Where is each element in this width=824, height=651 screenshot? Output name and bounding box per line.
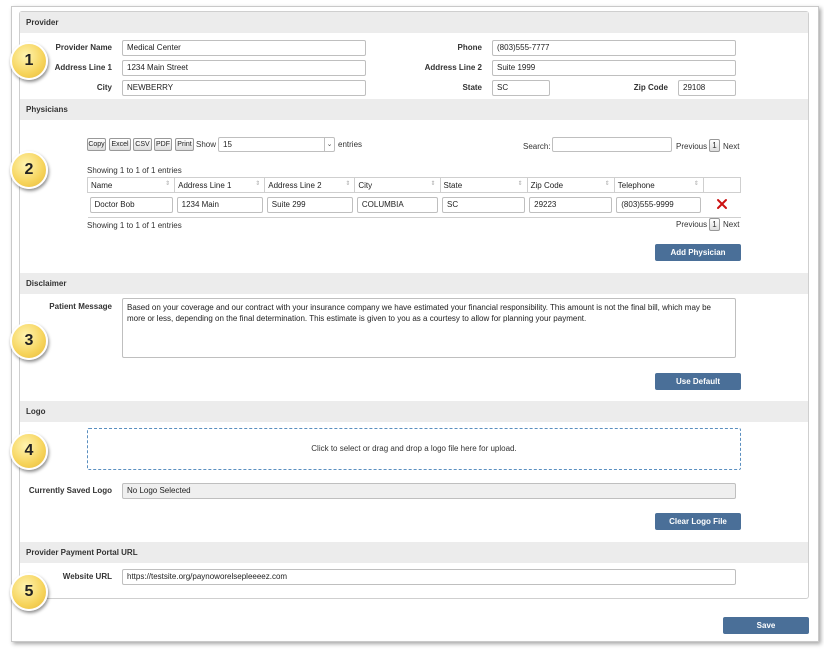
column-header-zip[interactable]: Zip Code ⇕ (526, 177, 615, 193)
callout-badge-3: 3 (10, 322, 48, 360)
column-header-telephone[interactable]: Telephone ⇕ (613, 177, 704, 193)
entries-per-page-select[interactable]: 15 ⌄ (218, 137, 335, 152)
print-button[interactable]: Print (175, 138, 194, 151)
address-line-1-label: Address Line 1 (54, 63, 112, 72)
callout-badge-5: 5 (10, 573, 48, 611)
use-default-button[interactable]: Use Default (655, 373, 741, 390)
callout-badge-1: 1 (10, 42, 48, 80)
sort-icon: ⇕ (255, 181, 261, 187)
physician-telephone-cell[interactable]: (803)555-9999 (616, 197, 702, 213)
entries-label: entries (338, 140, 363, 149)
showing-entries-top: Showing 1 to 1 of 1 entries (87, 166, 182, 175)
address-line-1-input[interactable]: 1234 Main Street (122, 60, 366, 76)
column-header-state[interactable]: State ⇕ (439, 177, 528, 193)
physician-address-1-cell[interactable]: 1234 Main (176, 197, 263, 213)
next-page-link[interactable]: Next (723, 141, 739, 153)
page-1-button-bottom[interactable]: 1 (709, 218, 720, 231)
table-row: Doctor Bob 1234 Main Suite 299 COLUMBIA … (87, 192, 741, 218)
csv-button[interactable]: CSV (133, 138, 152, 151)
column-header-city[interactable]: City ⇕ (354, 177, 441, 193)
copy-button[interactable]: Copy (87, 138, 106, 151)
section-portal-url-header: Provider Payment Portal URL (20, 542, 808, 563)
website-url-input[interactable]: https://testsite.org/paynoworelsepleeeez… (122, 569, 736, 585)
city-label: City (96, 83, 112, 92)
excel-button[interactable]: Excel (109, 138, 131, 151)
show-label: Show (196, 140, 217, 149)
logo-dropzone[interactable]: Click to select or drag and drop a logo … (87, 428, 741, 470)
search-label: Search: (523, 142, 551, 151)
add-physician-button[interactable]: Add Physician (655, 244, 741, 261)
column-header-actions (702, 177, 742, 193)
address-line-2-input[interactable]: Suite 1999 (492, 60, 736, 76)
dropzone-text: Click to select or drag and drop a logo … (311, 444, 517, 453)
physician-city-cell[interactable]: COLUMBIA (356, 197, 438, 213)
sort-icon: ⇕ (517, 181, 523, 187)
physician-zip-cell[interactable]: 29223 (529, 197, 613, 213)
provider-name-input[interactable]: Medical Center (122, 40, 366, 56)
showing-entries-bottom: Showing 1 to 1 of 1 entries (87, 221, 182, 230)
city-input[interactable]: NEWBERRY (122, 80, 366, 96)
saved-logo-field: No Logo Selected (122, 483, 736, 499)
previous-page-link[interactable]: Previous (676, 141, 707, 153)
physician-address-2-cell[interactable]: Suite 299 (266, 197, 353, 213)
column-header-name[interactable]: Name ⇕ (86, 177, 176, 193)
phone-label: Phone (457, 43, 482, 52)
column-header-address-2[interactable]: Address Line 2 ⇕ (264, 177, 356, 193)
column-header-address-1[interactable]: Address Line 1 ⇕ (174, 177, 266, 193)
section-physicians-header: Physicians (20, 99, 808, 120)
patient-message-label: Patient Message (49, 302, 112, 311)
previous-page-link-bottom[interactable]: Previous (676, 219, 707, 231)
zip-code-label: Zip Code (633, 83, 668, 92)
physician-state-cell[interactable]: SC (442, 197, 526, 213)
sort-icon: ⇕ (430, 181, 436, 187)
chevron-down-icon: ⌄ (324, 138, 334, 151)
delete-icon[interactable] (716, 198, 728, 210)
address-line-2-label: Address Line 2 (424, 63, 482, 72)
search-input[interactable] (552, 137, 672, 152)
sort-icon: ⇕ (693, 181, 699, 187)
save-button[interactable]: Save (723, 617, 809, 634)
clear-logo-file-button[interactable]: Clear Logo File (655, 513, 741, 530)
callout-badge-2: 2 (10, 151, 48, 189)
page-1-button[interactable]: 1 (709, 139, 720, 152)
physician-name-cell[interactable]: Doctor Bob (89, 197, 173, 213)
currently-saved-logo-label: Currently Saved Logo (28, 486, 112, 495)
section-provider-header: Provider (20, 12, 808, 33)
sort-icon: ⇕ (165, 181, 171, 187)
sort-icon: ⇕ (345, 181, 351, 187)
entries-per-page-value: 15 (223, 140, 232, 149)
next-page-link-bottom[interactable]: Next (723, 219, 739, 231)
state-label: State (462, 83, 482, 92)
patient-message-text: Based on your coverage and our contract … (127, 303, 712, 323)
phone-input[interactable]: (803)555-7777 (492, 40, 736, 56)
zip-code-input[interactable]: 29108 (678, 80, 736, 96)
state-input[interactable]: SC (492, 80, 550, 96)
callout-badge-4: 4 (10, 432, 48, 470)
section-logo-header: Logo (20, 401, 808, 422)
section-disclaimer-header: Disclaimer (20, 273, 808, 294)
pdf-button[interactable]: PDF (154, 138, 172, 151)
sort-icon: ⇕ (604, 181, 610, 187)
provider-name-label: Provider Name (55, 43, 112, 52)
physicians-table: Name ⇕ Address Line 1 ⇕ Address Line 2 ⇕ Ci… (86, 177, 742, 218)
patient-message-textarea[interactable]: Based on your coverage and our contract … (122, 298, 736, 358)
